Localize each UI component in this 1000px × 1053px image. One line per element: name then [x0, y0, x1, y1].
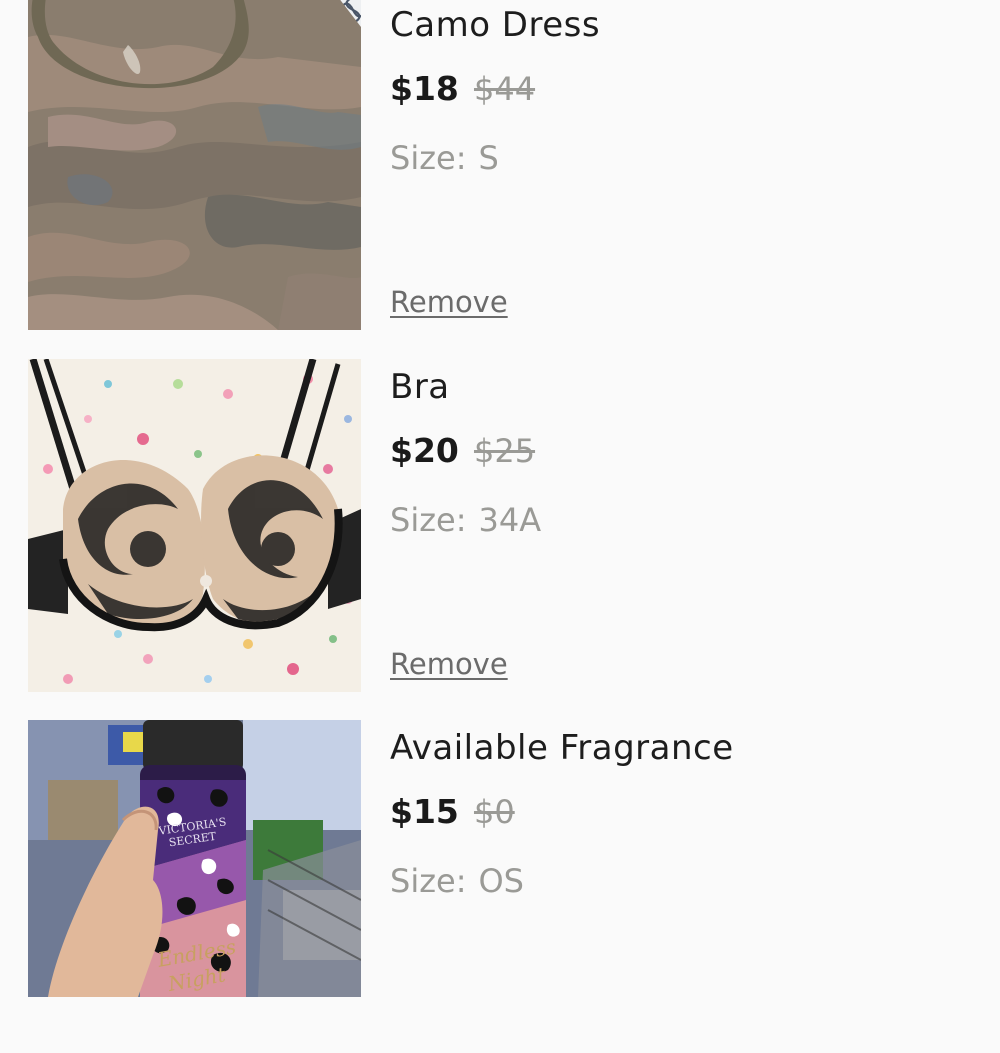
item-details: Bra $20 $25 Size: 34A Remove: [390, 359, 970, 692]
size-row: Size: OS: [390, 862, 524, 900]
camo-dress-photo: [28, 0, 361, 330]
sale-price: $20: [390, 431, 459, 470]
sale-price: $18: [390, 69, 459, 108]
product-image-camo-dress[interactable]: [28, 0, 361, 330]
original-price: $0: [473, 793, 515, 831]
cart-item: Camo Dress $18 $44 Size: S Remove: [0, 0, 1000, 330]
size-label: Size:: [390, 862, 467, 900]
original-price: $25: [473, 432, 536, 470]
original-price: $44: [473, 70, 536, 108]
price-row: $18 $44: [390, 69, 535, 108]
size-value: 34A: [478, 501, 542, 539]
size-label: Size:: [390, 501, 467, 539]
item-title[interactable]: Available Fragrance: [390, 728, 734, 768]
size-row: Size: S: [390, 139, 499, 177]
remove-button[interactable]: Remove: [390, 647, 508, 681]
cart-item: Bra $20 $25 Size: 34A Remove: [0, 359, 1000, 692]
sale-price: $15: [390, 792, 459, 831]
price-row: $20 $25: [390, 431, 535, 470]
size-label: Size:: [390, 139, 467, 177]
lace-bra-photo: [28, 359, 361, 692]
item-title[interactable]: Bra: [390, 367, 450, 407]
fragrance-bottle-photo: VICTORIA'S SECRET Endless Night: [28, 720, 361, 997]
item-details: Available Fragrance $15 $0 Size: OS: [390, 720, 970, 1053]
size-row: Size: 34A: [390, 501, 541, 539]
remove-button[interactable]: Remove: [390, 285, 508, 319]
item-title[interactable]: Camo Dress: [390, 5, 600, 45]
product-image-bra[interactable]: [28, 359, 361, 692]
cart-item: VICTORIA'S SECRET Endless Night Availabl…: [0, 720, 1000, 1053]
product-image-fragrance[interactable]: VICTORIA'S SECRET Endless Night: [28, 720, 361, 997]
size-value: S: [478, 139, 499, 177]
price-row: $15 $0: [390, 792, 515, 831]
size-value: OS: [478, 862, 524, 900]
item-details: Camo Dress $18 $44 Size: S Remove: [390, 0, 970, 330]
